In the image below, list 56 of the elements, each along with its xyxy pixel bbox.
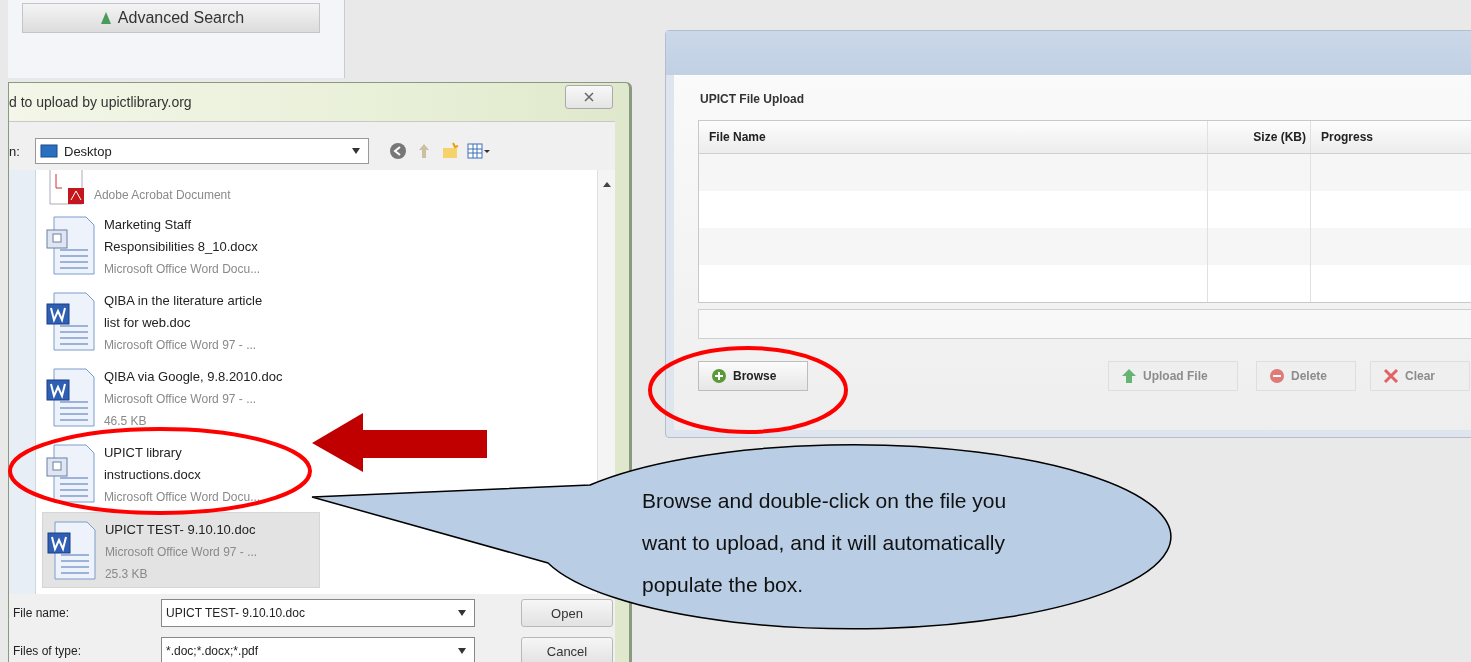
file-item[interactable]: UPICT TEST- 9.10.10.doc Microsoft Office Word 97 - ... 25.3 KB (41, 512, 320, 588)
window-title: d to upload by upictlibrary.org (9, 94, 192, 110)
close-icon (583, 91, 595, 103)
dropdown-caret-icon (458, 648, 466, 654)
file-item[interactable]: Marketing Staff Responsibilities 8_10.docx Microsoft Office Word Docu... (41, 208, 320, 284)
file-type: Microsoft Office Word 97 - ... (104, 544, 258, 561)
panel-title: UPICT File Upload (699, 92, 805, 108)
word-document-icon (46, 521, 97, 581)
callout-text: Browse and double-click on the file you want to upload, and it will automatically populate the box. (642, 488, 1008, 598)
dropdown-value: Desktop (64, 143, 113, 159)
dropdown-caret-icon (458, 610, 466, 616)
file-size: 25.3 KB (104, 566, 149, 583)
file-type: Microsoft Office Word 97 - ... (103, 391, 258, 408)
advanced-search-button[interactable]: Advanced Search (22, 3, 320, 33)
dialog-button[interactable]: Open (521, 599, 613, 627)
dropdown-caret-icon (352, 148, 360, 154)
column-header[interactable]: Progress (1311, 121, 1471, 153)
field-label: n: (9, 143, 21, 159)
field-value: *.doc;*.docx;*.pdf (166, 644, 260, 658)
file-name: QIBA via Google, 9.8.2010.doc (103, 368, 283, 386)
file-name: UPICT TEST- 9.10.10.doc (104, 521, 257, 539)
plus-icon (711, 368, 727, 384)
document-icon (45, 444, 96, 504)
file-size: 46.5 KB (103, 413, 148, 430)
file-item[interactable]: QIBA via Google, 9.8.2010.doc Microsoft Office Word 97 - ... 46.5 KB (41, 360, 320, 436)
file-item[interactable]: QIBA in the literature article list for web.doc Microsoft Office Word 97 - ... (41, 284, 320, 360)
dialog-button[interactable]: Cancel (521, 637, 613, 662)
field-value: UPICT TEST- 9.10.10.doc (166, 606, 306, 620)
dropdown-field[interactable]: *.doc;*.docx;*.pdf (161, 637, 475, 662)
file-item[interactable]: UPICT library instructions.docx Microsoft Office Word Docu... (41, 436, 320, 512)
file-name: Marketing Staff Responsibilities 8_10.docx (103, 216, 259, 256)
file-item[interactable]: Adobe Acrobat Document (41, 170, 320, 208)
dropdown-field[interactable]: UPICT TEST- 9.10.10.doc (161, 599, 475, 627)
look-in-dropdown[interactable]: Desktop (35, 138, 369, 164)
word-document-icon (45, 368, 96, 428)
file-name: UPICT library instructions.docx (103, 444, 202, 484)
minus-icon (1269, 368, 1285, 384)
column-header[interactable]: Size (KB) (1208, 121, 1311, 153)
close-button[interactable] (565, 85, 613, 109)
file-type: Adobe Acrobat Document (93, 187, 231, 204)
browse-button[interactable]: Browse (698, 361, 808, 391)
file-type: Microsoft Office Word Docu... (103, 489, 261, 506)
field-label: Files of type: (12, 644, 83, 658)
up-arrow-icon (1121, 368, 1137, 384)
file-type: Microsoft Office Word 97 - ... (103, 337, 258, 354)
word-document-icon (45, 292, 96, 352)
cross-icon (1383, 368, 1399, 384)
desktop-icon (40, 144, 58, 158)
field-label: File name: (12, 606, 71, 620)
back-icon[interactable] (387, 140, 409, 162)
scroll-up-icon (602, 182, 611, 187)
file-name: QIBA in the literature article list for web.doc (103, 292, 263, 332)
document-icon (45, 216, 96, 276)
file-type: Microsoft Office Word Docu... (103, 261, 261, 278)
column-header[interactable]: File Name (699, 121, 1208, 153)
view-menu-icon[interactable] (465, 140, 493, 162)
